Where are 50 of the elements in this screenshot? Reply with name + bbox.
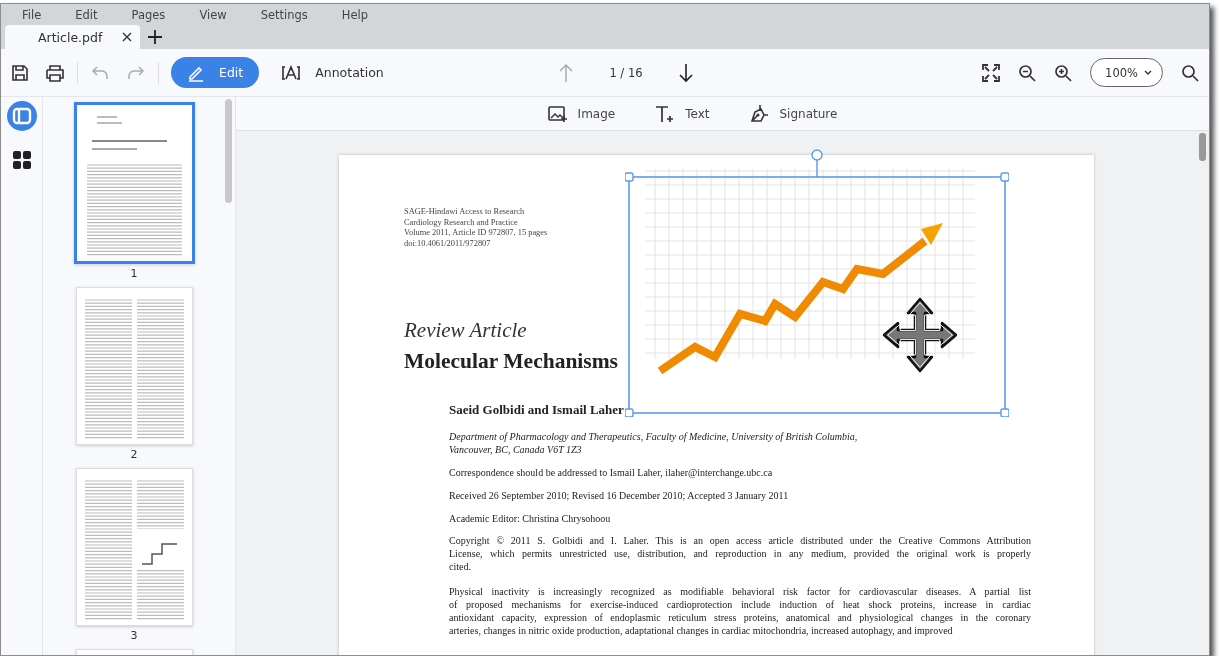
annotation-icon bbox=[281, 64, 302, 81]
zoom-dropdown[interactable]: 100% bbox=[1090, 58, 1163, 87]
document-tab[interactable]: Article.pdf bbox=[5, 25, 141, 49]
article-title: Molecular Mechanisms bbox=[404, 348, 619, 375]
new-tab-icon[interactable] bbox=[148, 30, 163, 44]
menu-item[interactable]: Help bbox=[341, 7, 369, 22]
article-authors: Saeid Golbidi and Ismail Laher bbox=[449, 402, 625, 419]
menu-item[interactable]: Settings bbox=[260, 7, 308, 22]
author-affiliation: Department of Pharmacology and Therapeutics, Faculty of Medicine, University of British Columbia, Vancouver, BC, Canada V6T 1Z3 bbox=[449, 430, 859, 457]
chevron-down-icon bbox=[1144, 69, 1152, 76]
menu-item[interactable]: Pages bbox=[131, 7, 166, 22]
zoom-in-icon[interactable] bbox=[1054, 63, 1073, 82]
annotation-mode-button[interactable]: Annotation bbox=[265, 57, 400, 88]
text-add-icon bbox=[655, 104, 676, 123]
correspondence-text: Correspondence should be addressed to Ismail Laher, ilaher@interchange.ubc.ca bbox=[449, 466, 774, 480]
article-type: Review Article bbox=[404, 318, 528, 343]
scrollbar-thumb[interactable] bbox=[225, 99, 232, 203]
tab-title: Article.pdf bbox=[38, 29, 103, 45]
insert-image-button[interactable]: Image bbox=[547, 104, 616, 123]
academic-editor: Academic Editor: Christina Chrysohoou bbox=[449, 512, 612, 526]
edit-mode-button[interactable]: Edit bbox=[171, 57, 260, 88]
journal-header: SAGE-Hindawi Access to Research Cardiology Research and Practice Volume 2011, Article ID 972807, 15 pages doi:10.4061/2011/972807 bbox=[404, 207, 549, 250]
page-thumbnail[interactable] bbox=[73, 102, 195, 264]
copyright-paragraph: Copyright © 2011 S. Golbidi and I. Laher. This is an open access article distributed under the Creative Commons Attribution License, which permits unrestricted use, distribution, and reproduction in any medium, provided the original work is properly cited. bbox=[449, 534, 1031, 574]
page-number: 3 bbox=[130, 629, 138, 642]
search-icon[interactable] bbox=[1181, 63, 1199, 82]
arrow-down-icon[interactable] bbox=[678, 62, 693, 83]
image-icon bbox=[547, 104, 568, 123]
close-icon[interactable] bbox=[122, 32, 133, 42]
page-indicator: 1 / 16 bbox=[609, 65, 643, 80]
arrow-up-icon[interactable] bbox=[559, 62, 574, 83]
move-cursor-icon bbox=[882, 297, 958, 373]
zoom-out-icon[interactable] bbox=[1018, 63, 1037, 82]
save-icon[interactable] bbox=[11, 63, 29, 82]
menu-item[interactable]: Edit bbox=[75, 7, 98, 22]
fit-screen-icon[interactable] bbox=[982, 63, 1001, 82]
page-number: 2 bbox=[130, 448, 138, 461]
redo-icon[interactable] bbox=[126, 64, 146, 81]
article-dates: Received 26 September 2010; Revised 16 December 2010; Accepted 3 January 2011 bbox=[449, 489, 790, 503]
signature-button[interactable]: Signature bbox=[749, 103, 838, 124]
page-number: 1 bbox=[130, 267, 138, 280]
body-paragraph: Physical inactivity is increasingly recognized as modifiable behavioral risk factor for cardiovascular diseases. A partial list of proposed mechanisms for exercise-induced cardioprotection include induction of heat shock proteins, increase in cardiac antioxidant capacity, expression of endoplasmic reticulum stress proteins, anatomical and physiological changes in the coronary arteries, changes in nitric oxide production, adaptational changes in cardiac mitochondria, increased autophagy, and improved bbox=[449, 585, 1031, 638]
sidebar-panel-icon[interactable] bbox=[6, 101, 37, 131]
menu-item[interactable]: File bbox=[22, 7, 42, 22]
pen-nib-icon bbox=[749, 103, 770, 124]
print-icon[interactable] bbox=[45, 63, 65, 82]
menu-item[interactable]: View bbox=[199, 7, 227, 22]
scrollbar-thumb[interactable] bbox=[1199, 133, 1206, 161]
insert-text-button[interactable]: Text bbox=[655, 104, 710, 123]
undo-icon[interactable] bbox=[90, 64, 110, 81]
